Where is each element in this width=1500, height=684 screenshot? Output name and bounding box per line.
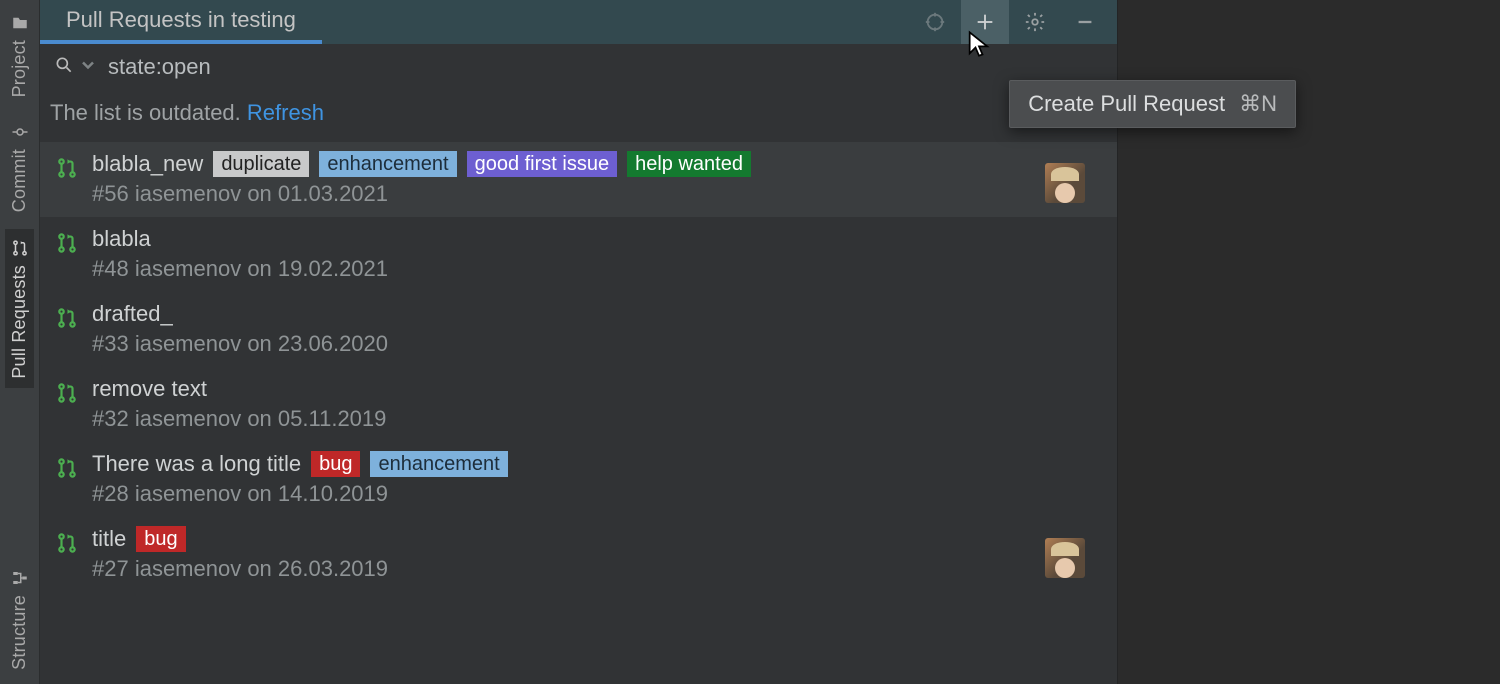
left-tool-strip: Project Commit Pull Requests Structure — [0, 0, 40, 684]
pull-request-icon — [11, 239, 29, 257]
pr-body: remove text #32 iasemenov on 05.11.2019 — [92, 376, 1105, 432]
pr-title: blabla — [92, 226, 151, 252]
pr-title-line: blabla_new duplicate enhancement good first… — [92, 151, 1031, 177]
pull-request-icon — [56, 380, 78, 411]
tab-pull-requests[interactable]: Pull Requests in testing — [40, 0, 322, 44]
pull-request-icon — [56, 530, 78, 561]
tooltip-shortcut: ⌘N — [1239, 91, 1277, 117]
pr-label: bug — [311, 451, 360, 477]
tooltip-text: Create Pull Request — [1028, 91, 1225, 117]
pr-body: title bug #27 iasemenov on 26.03.2019 — [92, 526, 1031, 582]
pr-subtitle: #48 iasemenov on 19.02.2021 — [92, 256, 1105, 282]
minimize-button[interactable] — [1061, 0, 1109, 44]
pr-subtitle: #56 iasemenov on 01.03.2021 — [92, 181, 1031, 207]
pr-title: drafted_ — [92, 301, 173, 327]
tool-pull-requests-label: Pull Requests — [9, 265, 30, 379]
pr-title-line: drafted_ — [92, 301, 1105, 327]
pr-subtitle: #33 iasemenov on 23.06.2020 — [92, 331, 1105, 357]
pr-body: blabla #48 iasemenov on 19.02.2021 — [92, 226, 1105, 282]
tab-title: Pull Requests in testing — [66, 7, 296, 33]
pull-request-icon — [56, 305, 78, 336]
avatar — [1045, 538, 1085, 578]
create-pr-button[interactable] — [961, 0, 1009, 44]
pr-label: bug — [136, 526, 185, 552]
pr-row[interactable]: remove text #32 iasemenov on 05.11.2019 — [40, 367, 1117, 442]
tool-project[interactable]: Project — [5, 4, 34, 107]
header-actions — [911, 0, 1117, 44]
pr-row[interactable]: title bug #27 iasemenov on 26.03.2019 — [40, 517, 1117, 592]
tool-commit-label: Commit — [9, 149, 30, 212]
tool-structure[interactable]: Structure — [5, 559, 34, 680]
pr-body: drafted_ #33 iasemenov on 23.06.2020 — [92, 301, 1105, 357]
pr-title: There was a long title — [92, 451, 301, 477]
pr-body: blabla_new duplicate enhancement good first… — [92, 151, 1031, 207]
target-icon[interactable] — [911, 0, 959, 44]
pr-title-line: remove text — [92, 376, 1105, 402]
pr-title-line: blabla — [92, 226, 1105, 252]
tool-structure-label: Structure — [9, 595, 30, 670]
folder-icon — [11, 14, 29, 32]
tool-project-label: Project — [9, 40, 30, 97]
pr-body: There was a long title bug enhancement #28 … — [92, 451, 1105, 507]
pull-request-icon — [56, 230, 78, 261]
pr-label: good first issue — [467, 151, 618, 177]
pr-label: duplicate — [213, 151, 309, 177]
pr-title-line: title bug — [92, 526, 1031, 552]
pr-label: enhancement — [370, 451, 507, 477]
commit-icon — [11, 123, 29, 141]
pr-list: blabla_new duplicate enhancement good first… — [40, 142, 1117, 592]
pr-label: enhancement — [319, 151, 456, 177]
avatar — [1045, 163, 1085, 203]
pr-subtitle: #28 iasemenov on 14.10.2019 — [92, 481, 1105, 507]
pr-title: title — [92, 526, 126, 552]
pr-row[interactable]: drafted_ #33 iasemenov on 23.06.2020 — [40, 292, 1117, 367]
pull-requests-panel: Pull Requests in testing The li — [40, 0, 1118, 684]
outdated-banner: The list is outdated. Refresh — [40, 90, 1117, 142]
structure-icon — [11, 569, 29, 587]
settings-button[interactable] — [1011, 0, 1059, 44]
pull-request-icon — [56, 155, 78, 186]
search-input[interactable] — [108, 54, 1103, 80]
pr-row[interactable]: blabla_new duplicate enhancement good first… — [40, 142, 1117, 217]
chevron-down-icon[interactable] — [78, 55, 98, 80]
search-icon — [54, 55, 74, 80]
pr-label: help wanted — [627, 151, 751, 177]
pr-subtitle: #27 iasemenov on 26.03.2019 — [92, 556, 1031, 582]
pr-title: blabla_new — [92, 151, 203, 177]
outdated-text: The list is outdated. — [50, 100, 241, 125]
pr-row[interactable]: There was a long title bug enhancement #28 … — [40, 442, 1117, 517]
pr-row[interactable]: blabla #48 iasemenov on 19.02.2021 — [40, 217, 1117, 292]
create-pr-tooltip: Create Pull Request ⌘N — [1009, 80, 1296, 128]
refresh-link[interactable]: Refresh — [247, 100, 324, 125]
tool-pull-requests[interactable]: Pull Requests — [5, 229, 34, 389]
panel-header: Pull Requests in testing — [40, 0, 1117, 44]
pr-title: remove text — [92, 376, 207, 402]
search-row — [40, 44, 1117, 90]
pr-subtitle: #32 iasemenov on 05.11.2019 — [92, 406, 1105, 432]
pr-title-line: There was a long title bug enhancement — [92, 451, 1105, 477]
tool-commit[interactable]: Commit — [5, 113, 34, 222]
pull-request-icon — [56, 455, 78, 486]
